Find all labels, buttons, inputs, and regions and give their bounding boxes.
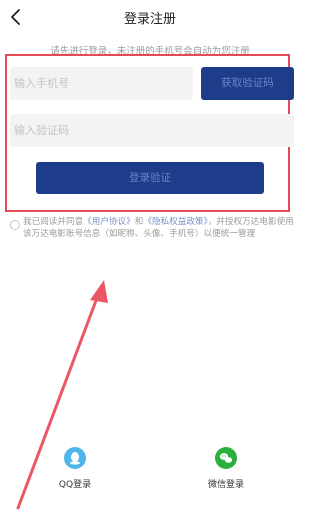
annotation-arrow [16, 280, 108, 510]
wechat-login-button[interactable]: 微信登录 [196, 447, 256, 490]
wechat-icon [215, 447, 237, 469]
qq-login-button[interactable]: QQ登录 [45, 447, 105, 490]
qq-login-label: QQ登录 [58, 480, 92, 490]
qq-icon [64, 447, 86, 469]
wechat-login-label: 微信登录 [207, 480, 244, 490]
